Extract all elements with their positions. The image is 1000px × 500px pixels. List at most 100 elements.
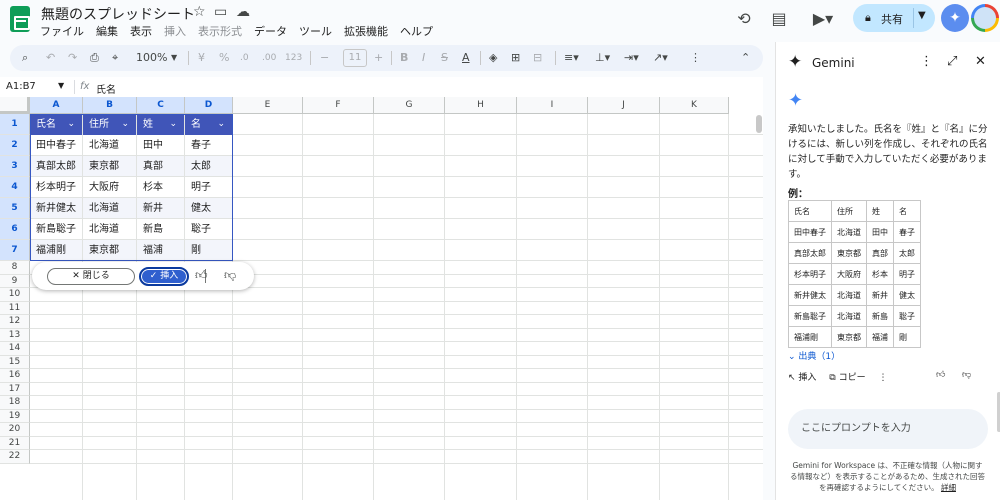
bold-button[interactable]: B [400,50,408,66]
print-icon[interactable]: ⎙ [90,50,99,66]
row-header[interactable]: 22 [0,450,30,464]
insert-button[interactable]: ✓ 挿入 [139,267,189,286]
thumbs-up-icon[interactable]: 👍︎ [195,268,208,283]
star-icon[interactable]: ☆ [193,4,206,20]
text-color-button[interactable]: A [462,50,470,66]
row-header[interactable]: 18 [0,396,30,410]
more-vert-icon[interactable]: ⋮ [878,373,887,383]
strikethrough-icon[interactable]: S [441,50,448,66]
menu-item[interactable]: データ [254,23,293,39]
chevron-down-icon[interactable]: ▼ [918,10,926,21]
meet-icon[interactable]: ▶▾ [808,8,838,30]
font-size-input[interactable]: 11 [343,49,367,67]
insert-arrow-icon[interactable]: ↖ [788,373,798,383]
sources-toggle[interactable]: ⌄ 出典（1） [788,349,840,362]
menu-item[interactable]: 挿入 [164,23,192,39]
thumbs-down-icon[interactable]: 👎︎ [224,268,236,283]
column-header[interactable]: G [374,97,445,114]
thumbs-down-icon[interactable]: 👎︎ [962,370,971,380]
borders-icon[interactable]: ⊞ [511,50,520,66]
zoom-chevron-icon[interactable]: ▼ [171,50,177,66]
column-header[interactable]: A [30,97,83,114]
vertical-align-icon[interactable]: ⊥▾ [595,50,610,66]
menu-item[interactable]: 表示 [130,23,158,39]
comments-icon[interactable]: ▤ [768,8,790,30]
undo-icon[interactable]: ↶ [46,50,55,66]
row-header[interactable]: 17 [0,382,30,396]
sheets-logo-icon[interactable] [10,6,30,32]
row-header[interactable]: 13 [0,328,30,342]
column-header[interactable]: F [303,97,374,114]
text-wrap-icon[interactable]: ⇥▾ [624,50,639,66]
menu-item[interactable]: 編集 [96,23,124,39]
menu-item[interactable]: 拡張機能 [344,23,394,39]
row-header[interactable]: 11 [0,301,30,315]
formula-input[interactable]: 氏名 [96,81,116,96]
spreadsheet-grid[interactable]: A B C D E F G H I J K 1 2 3 4 5 6 7 8 9 10 11 12 13 14 15 16 17 18 19… [0,97,763,500]
zoom-select[interactable]: 100% [136,50,167,66]
search-menus-icon[interactable]: ⌕ [22,50,28,66]
row-header[interactable]: 9 [0,274,30,288]
close-button[interactable]: ✕ 閉じる [47,268,135,285]
row-header[interactable]: 7 [0,240,30,261]
prompt-input[interactable]: ここにプロンプトを入力 [788,409,988,449]
panel-insert-button[interactable]: 挿入 [798,373,816,383]
currency-button[interactable]: ¥ [198,50,205,66]
row-header[interactable]: 6 [0,219,30,240]
row-header[interactable]: 8 [0,261,30,275]
column-header[interactable]: E [233,97,303,114]
fill-color-icon[interactable]: ◈ [489,50,497,66]
name-box-chevron-icon[interactable]: ▼ [58,81,64,90]
decrease-decimal-button[interactable]: .0 [240,50,249,66]
more-options-icon[interactable]: ⋮ [690,50,701,66]
thumbs-up-icon[interactable]: 👍︎ [936,370,945,380]
document-title[interactable]: 無題のスプレッドシート [41,4,195,24]
row-header[interactable]: 15 [0,355,30,369]
grid-scrollbar[interactable] [756,115,762,133]
paint-format-icon[interactable]: ⌖ [112,50,118,66]
move-folder-icon[interactable]: ▭ [214,4,227,20]
percent-button[interactable]: % [219,50,229,66]
collapse-toolbar-icon[interactable]: ⌃ [741,50,750,66]
font-size-plus-icon[interactable]: + [374,50,383,66]
column-header[interactable]: K [660,97,729,114]
column-header[interactable]: H [445,97,517,114]
column-header[interactable]: J [588,97,660,114]
merge-cells-icon[interactable]: ⊟ [533,50,542,66]
row-header[interactable]: 21 [0,436,30,450]
gemini-sparkle-icon[interactable]: ✦ [941,4,969,32]
column-header[interactable]: B [83,97,137,114]
redo-icon[interactable]: ↷ [68,50,77,66]
row-header[interactable]: 1 [0,114,30,135]
italic-button[interactable]: I [422,50,425,66]
share-button[interactable]: 🔒︎ 共有 ▼ [853,4,935,32]
cloud-status-icon[interactable]: ☁ [236,4,250,20]
row-header[interactable]: 3 [0,156,30,177]
column-header[interactable]: C [137,97,185,114]
row-header[interactable]: 12 [0,315,30,329]
row-header[interactable]: 19 [0,409,30,423]
font-size-minus-icon[interactable]: − [320,50,329,66]
row-header[interactable]: 14 [0,342,30,356]
menu-item[interactable]: ファイル [40,23,90,39]
row-header[interactable]: 4 [0,177,30,198]
learn-more-link[interactable]: 詳細 [941,483,956,492]
select-all-corner[interactable] [0,97,30,114]
copy-button[interactable]: コピー [839,373,866,383]
row-header[interactable]: 10 [0,288,30,302]
expand-icon[interactable]: ⤢ [947,54,957,69]
horizontal-align-icon[interactable]: ≡▾ [564,50,579,66]
menu-item[interactable]: 表示形式 [198,23,248,39]
name-box[interactable]: A1:B7 ▼ [6,81,66,92]
row-header[interactable]: 20 [0,423,30,437]
more-vert-icon[interactable]: ⋮ [920,54,933,69]
close-panel-icon[interactable]: ✕ [975,54,986,69]
text-rotation-icon[interactable]: ↗▾ [653,50,668,66]
row-header[interactable]: 5 [0,198,30,219]
menu-item[interactable]: ヘルプ [400,23,439,39]
increase-decimal-button[interactable]: .00 [262,50,276,66]
copy-icon[interactable]: ⧉ [829,373,838,383]
row-header[interactable]: 2 [0,135,30,156]
avatar[interactable] [971,4,999,32]
menu-item[interactable]: ツール [299,23,338,39]
